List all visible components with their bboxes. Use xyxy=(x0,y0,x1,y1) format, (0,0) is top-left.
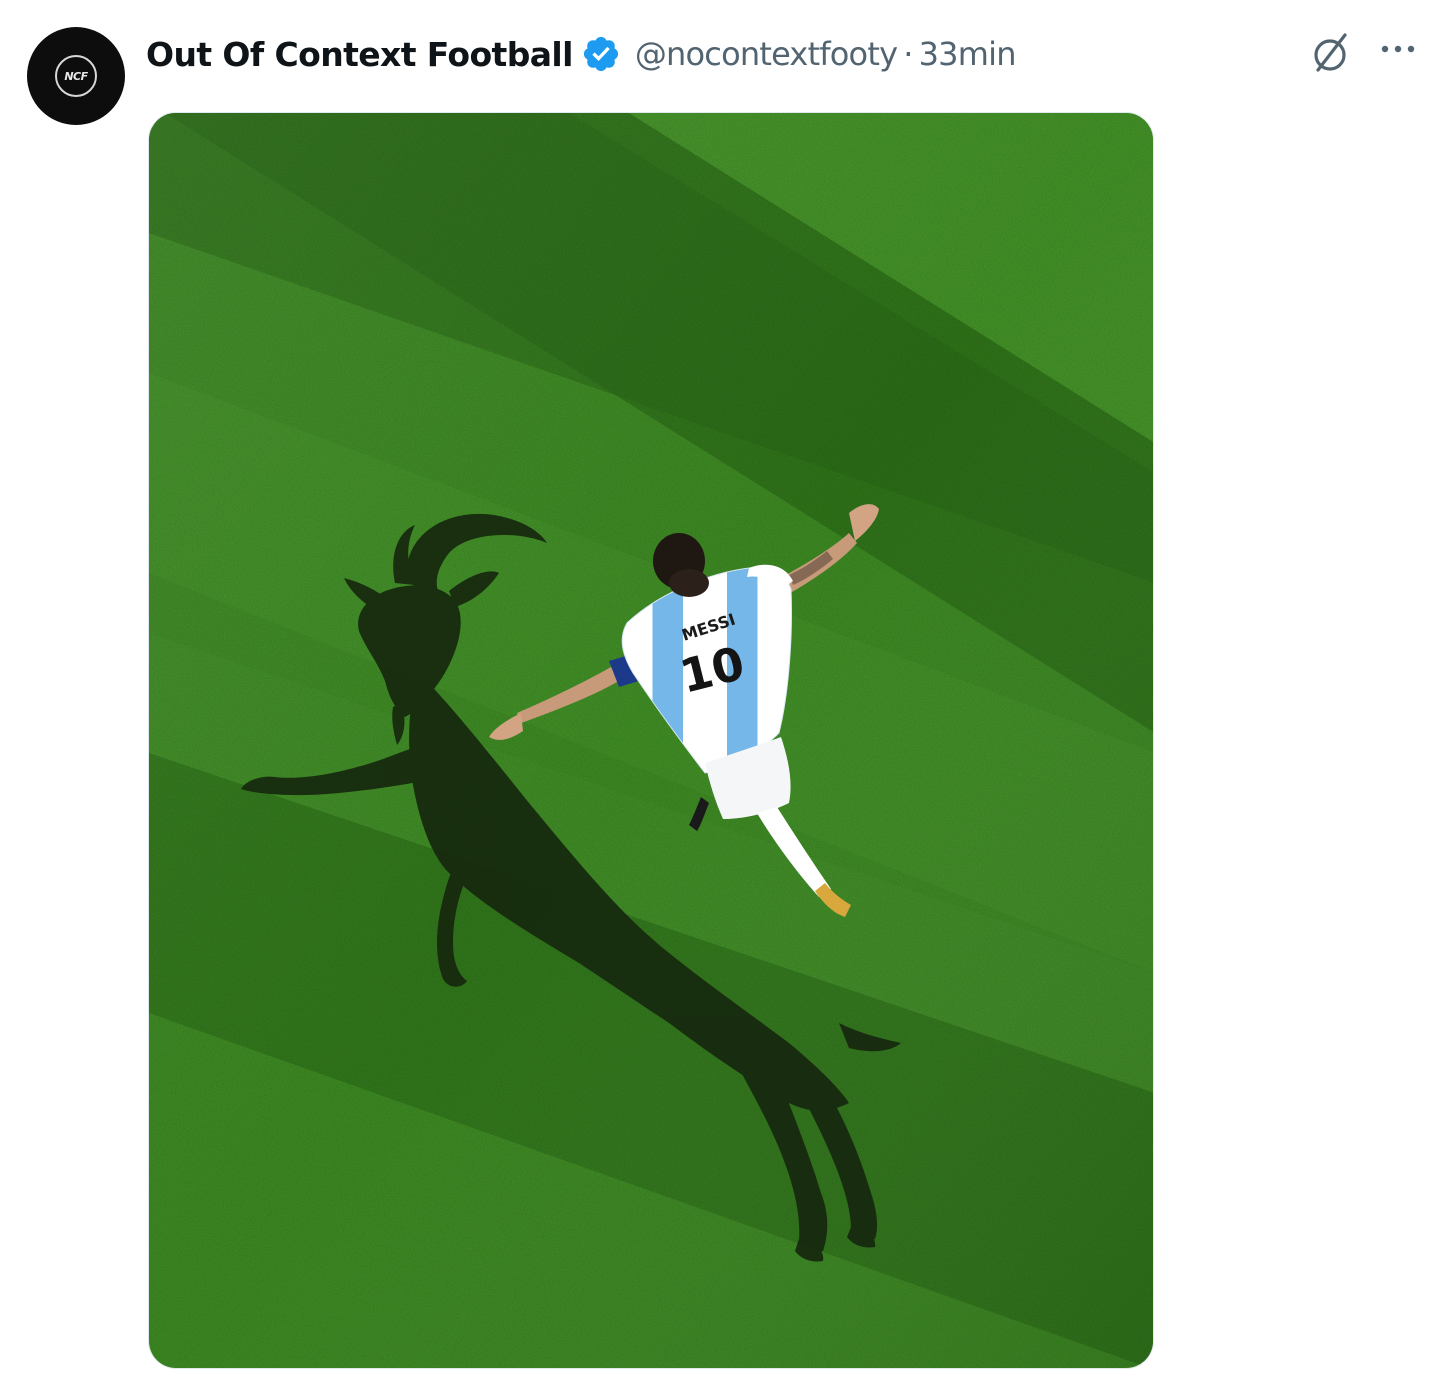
more-options-button[interactable] xyxy=(1376,28,1422,74)
avatar[interactable]: NCF xyxy=(27,27,125,125)
avatar-logo-text: NCF xyxy=(64,69,88,83)
grok-button[interactable] xyxy=(1306,28,1356,78)
author-handle[interactable]: @nocontextfooty xyxy=(635,35,898,73)
more-horizontal-icon xyxy=(1381,45,1415,53)
tweet-header: Out Of Context Football @nocontextfooty … xyxy=(146,30,1016,78)
dot-separator: · xyxy=(903,35,913,73)
pitch-photo: MESSI 10 xyxy=(149,113,1153,1368)
verified-badge-icon xyxy=(581,34,621,74)
avatar-logo: NCF xyxy=(55,55,97,97)
tweet-timestamp[interactable]: 33min xyxy=(919,35,1017,73)
author-display-name[interactable]: Out Of Context Football xyxy=(146,35,573,74)
grok-icon xyxy=(1314,33,1347,72)
tweet-media-image[interactable]: MESSI 10 xyxy=(148,112,1154,1369)
